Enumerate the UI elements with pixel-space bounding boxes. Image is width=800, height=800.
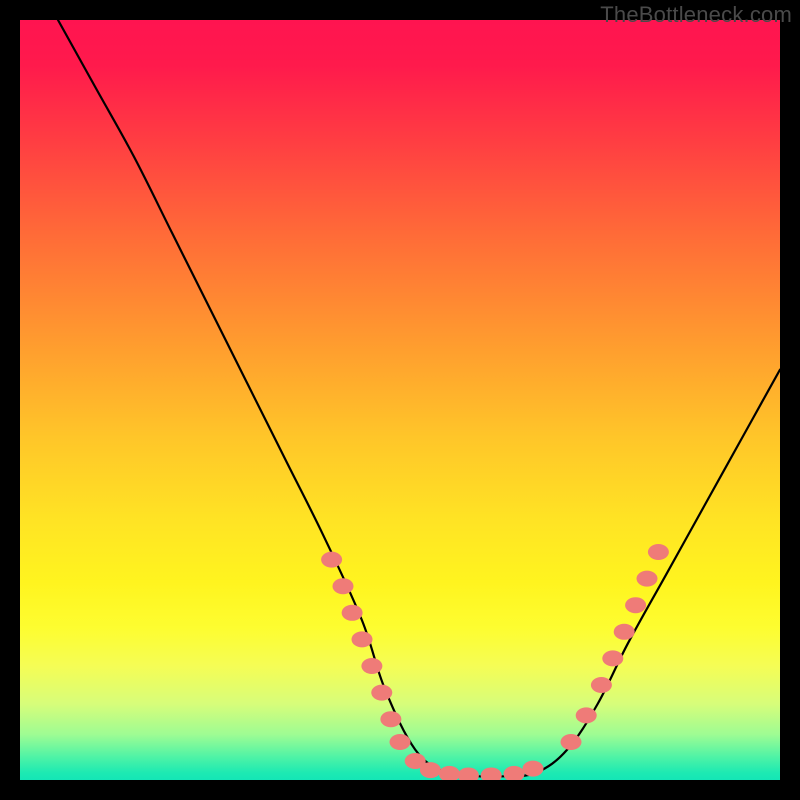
highlight-dot xyxy=(439,766,460,780)
highlight-dot xyxy=(352,631,373,647)
chart-frame: TheBottleneck.com xyxy=(0,0,800,800)
highlight-dot xyxy=(390,734,411,750)
highlight-dot xyxy=(321,552,342,568)
highlight-dot xyxy=(371,685,392,701)
highlight-dot xyxy=(523,761,544,777)
highlight-dot xyxy=(576,707,597,723)
highlight-dot xyxy=(561,734,582,750)
highlight-dot xyxy=(458,767,479,780)
highlight-dot xyxy=(602,650,623,666)
highlight-dot xyxy=(361,658,382,674)
highlight-dot xyxy=(591,677,612,693)
highlight-dot xyxy=(333,578,354,594)
highlight-dot xyxy=(481,767,502,780)
highlight-dot xyxy=(420,762,441,778)
highlight-dot xyxy=(614,624,635,640)
highlight-dot xyxy=(648,544,669,560)
plot-area xyxy=(20,20,780,780)
highlight-dot xyxy=(625,597,646,613)
curve-layer xyxy=(20,20,780,780)
highlight-dots xyxy=(321,544,669,780)
highlight-dot xyxy=(504,766,525,780)
bottleneck-curve xyxy=(58,20,780,777)
highlight-dot xyxy=(637,571,658,587)
highlight-dot xyxy=(380,711,401,727)
highlight-dot xyxy=(342,605,363,621)
watermark-text: TheBottleneck.com xyxy=(600,2,792,28)
